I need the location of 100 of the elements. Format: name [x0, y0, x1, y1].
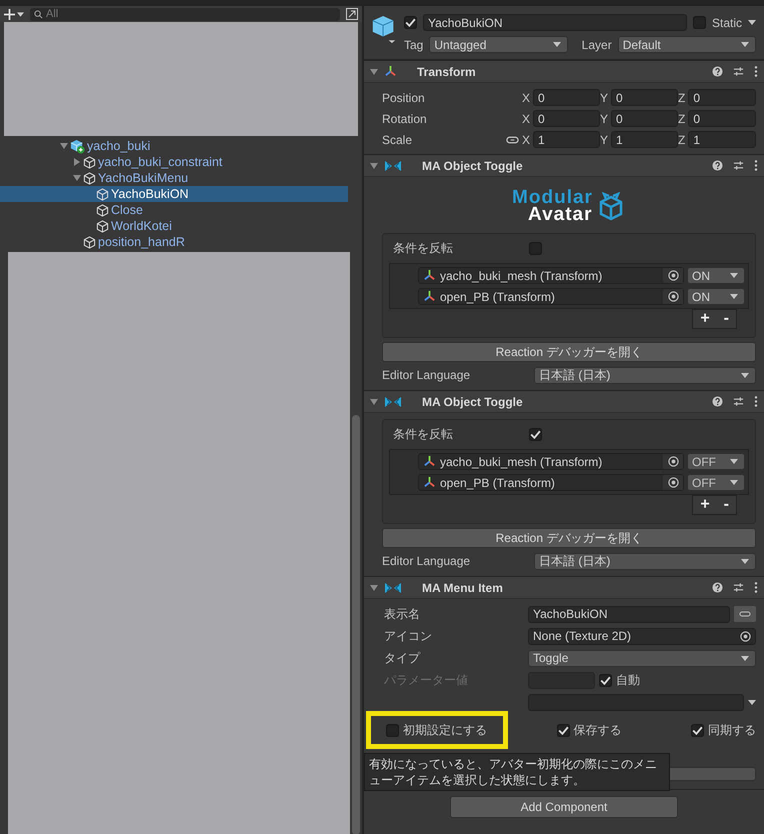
- axis-label: Y: [600, 132, 608, 146]
- checkbox[interactable]: [691, 724, 704, 736]
- caret-icon: [748, 20, 756, 25]
- state-dropdown[interactable]: ON: [687, 267, 745, 284]
- state-dropdown[interactable]: ON: [687, 288, 745, 305]
- checkbox[interactable]: [529, 428, 542, 441]
- name-field[interactable]: YachoBukiON: [423, 14, 687, 31]
- type-dropdown[interactable]: Toggle: [528, 650, 756, 666]
- expanded-triangle-icon[interactable]: [370, 162, 378, 170]
- add-button[interactable]: +: [693, 496, 717, 514]
- tree-item[interactable]: Close: [0, 202, 362, 218]
- sliders-icon[interactable]: [733, 66, 744, 77]
- expanded-triangle-icon[interactable]: [370, 398, 378, 406]
- auto-label: 自動: [616, 672, 641, 688]
- add-component-button[interactable]: Add Component: [450, 796, 678, 818]
- tag-dropdown[interactable]: Untagged: [429, 36, 568, 53]
- checkbox[interactable]: [692, 16, 706, 29]
- language-label: Editor Language: [382, 368, 472, 382]
- checkbox-label: 保存する: [574, 722, 622, 738]
- expanded-triangle-icon[interactable]: [370, 584, 378, 592]
- checkbox[interactable]: [556, 724, 570, 736]
- number-field[interactable]: 0: [688, 89, 756, 106]
- target-icon[interactable]: [668, 456, 678, 467]
- help-icon[interactable]: [712, 396, 723, 407]
- text-field[interactable]: YachoBukiON: [528, 606, 730, 622]
- transform-axes-icon: [423, 290, 436, 303]
- caret-icon: [552, 42, 561, 47]
- checkbox[interactable]: [529, 242, 542, 255]
- target-icon[interactable]: [740, 630, 751, 642]
- language-label: Editor Language: [382, 554, 472, 568]
- layer-dropdown[interactable]: Default: [618, 36, 756, 53]
- caret-icon[interactable]: [17, 12, 24, 16]
- component-header[interactable]: Transform: [364, 60, 764, 83]
- add-button[interactable]: +: [693, 310, 717, 328]
- number-field[interactable]: 1: [533, 131, 600, 148]
- object-field[interactable]: open_PB (Transform): [418, 288, 684, 305]
- language-dropdown[interactable]: 日本語 (日本): [534, 366, 756, 384]
- number-field[interactable]: 0: [611, 89, 678, 106]
- plus-icon[interactable]: [4, 8, 15, 20]
- number-field[interactable]: 0: [611, 110, 678, 127]
- expand-window-icon[interactable]: [346, 8, 358, 20]
- more-icon[interactable]: [754, 582, 758, 593]
- bow-icon: [384, 394, 402, 408]
- target-icon[interactable]: [668, 291, 678, 302]
- more-icon[interactable]: [754, 160, 758, 171]
- tree-item[interactable]: position_handR: [0, 234, 362, 250]
- number-field[interactable]: 0: [688, 110, 756, 127]
- checkbox[interactable]: [386, 724, 399, 736]
- target-icon[interactable]: [668, 477, 678, 488]
- caret-icon: [748, 700, 756, 704]
- checkbox[interactable]: [404, 16, 417, 29]
- cube-icon: [83, 156, 96, 168]
- more-icon[interactable]: [754, 66, 758, 77]
- target-icon[interactable]: [668, 270, 678, 281]
- debugger-button[interactable]: Reaction デバッガーを開く: [382, 528, 756, 548]
- axis-label: X: [522, 112, 530, 126]
- object-field[interactable]: open_PB (Transform): [418, 474, 684, 491]
- tree-item[interactable]: YachoBukiON: [0, 186, 348, 202]
- component-header[interactable]: MA Menu Item: [364, 576, 764, 599]
- transform-axes-icon: [423, 476, 436, 489]
- number-field[interactable]: 0: [533, 89, 600, 106]
- state-dropdown[interactable]: OFF: [687, 474, 745, 491]
- link-icon[interactable]: [734, 606, 756, 622]
- texture-field[interactable]: None (Texture 2D): [528, 628, 756, 644]
- remove-button[interactable]: -: [716, 310, 736, 328]
- caret-icon: [741, 372, 749, 378]
- expanded-triangle-icon[interactable]: [60, 142, 68, 150]
- sliders-icon[interactable]: [733, 160, 744, 171]
- number-field[interactable]: 0: [533, 110, 600, 127]
- cube-icon: [96, 220, 109, 232]
- tree-item[interactable]: yacho_buki: [0, 138, 362, 154]
- more-icon[interactable]: [754, 396, 758, 407]
- remove-button[interactable]: -: [716, 496, 736, 514]
- scrollbar[interactable]: [352, 415, 360, 834]
- collapsed-triangle-icon[interactable]: [73, 158, 81, 166]
- axis-label: Z: [678, 112, 686, 126]
- tree-item[interactable]: WorldKotei: [0, 218, 362, 234]
- number-field[interactable]: 1: [688, 131, 756, 148]
- object-field[interactable]: yacho_buki_mesh (Transform): [418, 453, 684, 470]
- link-icon[interactable]: [506, 136, 518, 144]
- transform-axes-icon: [384, 65, 397, 78]
- state-dropdown[interactable]: OFF: [687, 453, 745, 470]
- debugger-button[interactable]: Reaction デバッガーを開く: [382, 342, 756, 362]
- number-field[interactable]: 1: [611, 131, 678, 148]
- help-icon[interactable]: [712, 160, 723, 171]
- invert-label: 条件を反転: [393, 240, 454, 257]
- sliders-icon[interactable]: [733, 582, 744, 593]
- sliders-icon[interactable]: [733, 396, 744, 407]
- tree-item[interactable]: YachoBukiMenu: [0, 170, 362, 186]
- object-field[interactable]: yacho_buki_mesh (Transform): [418, 267, 684, 284]
- component-header[interactable]: MA Object Toggle: [364, 390, 764, 413]
- expanded-triangle-icon[interactable]: [73, 174, 81, 182]
- caret-icon: [730, 480, 738, 485]
- tree-item[interactable]: yacho_buki_constraint: [0, 154, 362, 170]
- help-icon[interactable]: [712, 582, 723, 593]
- cube-icon: [96, 204, 109, 216]
- component-header[interactable]: MA Object Toggle: [364, 154, 764, 177]
- help-icon[interactable]: [712, 66, 723, 77]
- language-dropdown[interactable]: 日本語 (日本): [534, 552, 756, 570]
- expanded-triangle-icon[interactable]: [370, 68, 378, 76]
